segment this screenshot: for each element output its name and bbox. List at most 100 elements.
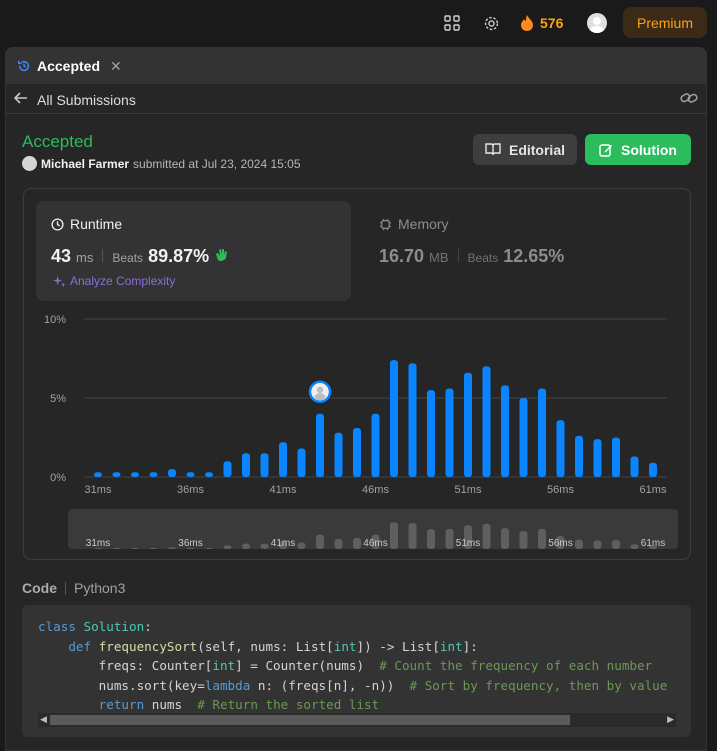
code-line-2: def frequencySort(self, nums: List[int])… bbox=[68, 638, 478, 654]
marker-avatar-head bbox=[316, 386, 324, 393]
clock-icon bbox=[51, 217, 64, 231]
chart-bar bbox=[482, 366, 491, 477]
mini-chart-bar bbox=[501, 528, 509, 549]
submitter-info: Michael Farmer submitted at Jul 23, 2024… bbox=[22, 156, 301, 171]
mini-x-tick-label: 31ms bbox=[86, 538, 110, 549]
mini-chart-bar bbox=[575, 539, 583, 549]
all-submissions-link[interactable]: All Submissions bbox=[37, 92, 136, 108]
code-viewer[interactable]: class Solution: def frequencySort(self, … bbox=[22, 605, 691, 737]
chart-bar bbox=[464, 372, 472, 477]
scroll-left-icon[interactable]: ◀ bbox=[40, 714, 47, 725]
streak-counter[interactable]: 576 bbox=[520, 12, 563, 34]
runtime-values: 43 ms Beats 89.87% bbox=[51, 246, 230, 267]
chart-bar bbox=[297, 448, 306, 477]
premium-button[interactable]: Premium bbox=[623, 7, 707, 38]
runtime-card[interactable]: Runtime 43 ms Beats 89.87% Analyze Compl… bbox=[36, 201, 351, 301]
code-block: class Solution: def frequencySort(self, … bbox=[38, 617, 667, 715]
scroll-right-icon[interactable]: ▶ bbox=[667, 714, 674, 725]
runtime-title-text: Runtime bbox=[70, 216, 123, 232]
divider bbox=[65, 581, 66, 595]
language-label: Python3 bbox=[74, 580, 126, 596]
arrow-left-icon[interactable] bbox=[13, 91, 28, 110]
mini-x-tick-label: 56ms bbox=[548, 538, 572, 549]
mini-chart-bar bbox=[630, 544, 639, 549]
mini-chart-bar bbox=[612, 540, 620, 549]
y-tick-label: 5% bbox=[50, 393, 66, 405]
mini-chart-bar bbox=[168, 547, 176, 549]
gear-icon[interactable] bbox=[480, 12, 502, 34]
mini-chart-bar bbox=[408, 523, 417, 549]
chart-svg[interactable]: 0% 5% 10% 31ms 36ms 41ms 46ms 51ms 56ms 61ms 31ms 3… bbox=[24, 309, 692, 559]
chart-bar bbox=[538, 388, 546, 477]
chart-bar bbox=[390, 360, 398, 477]
user-avatar[interactable] bbox=[587, 13, 607, 33]
x-tick-label: 46ms bbox=[362, 484, 389, 496]
mini-chart-bar bbox=[223, 545, 232, 549]
solution-label: Solution bbox=[621, 141, 677, 158]
mini-x-tick-label: 41ms bbox=[271, 538, 295, 549]
runtime-title: Runtime bbox=[51, 216, 122, 232]
chart-bar bbox=[242, 453, 250, 477]
mini-x-tick-label: 46ms bbox=[363, 538, 387, 549]
x-tick-label: 56ms bbox=[547, 484, 574, 496]
submitter-name[interactable]: Michael Farmer bbox=[41, 157, 129, 171]
fire-icon bbox=[521, 15, 533, 31]
chart-bar bbox=[94, 472, 102, 477]
divider bbox=[457, 249, 459, 262]
runtime-value: 43 bbox=[51, 246, 72, 266]
x-tick-label: 41ms bbox=[270, 484, 297, 496]
divider bbox=[102, 249, 104, 262]
mini-x-tick-label: 36ms bbox=[178, 538, 202, 549]
analyze-complexity-link[interactable]: Analyze Complexity bbox=[53, 274, 175, 288]
chip-icon bbox=[379, 218, 392, 230]
chart-bar bbox=[630, 456, 639, 477]
editorial-button[interactable]: Editorial bbox=[473, 134, 577, 165]
chart-bar bbox=[168, 469, 176, 477]
mini-chart-bar bbox=[427, 529, 435, 549]
mini-chart-bar bbox=[131, 547, 139, 549]
close-icon[interactable]: ✕ bbox=[110, 58, 122, 75]
scrollbar-thumb[interactable] bbox=[50, 715, 570, 725]
tab-accepted[interactable]: Accepted ✕ bbox=[6, 58, 122, 75]
mini-chart-bar bbox=[353, 537, 361, 549]
memory-value: 16.70 bbox=[379, 246, 425, 266]
chart-bar bbox=[519, 398, 528, 477]
memory-unit: MB bbox=[429, 250, 449, 265]
memory-card[interactable]: Memory 16.70 MB Beats 12.65% bbox=[364, 201, 664, 301]
solution-button[interactable]: Solution bbox=[585, 134, 691, 165]
runtime-distribution-chart[interactable]: 0% 5% 10% 31ms 36ms 41ms 46ms 51ms 56ms 61ms 31ms 3… bbox=[24, 309, 692, 559]
avatar bbox=[22, 156, 37, 171]
memory-title: Memory bbox=[379, 216, 449, 232]
chart-bar bbox=[131, 472, 139, 477]
submissions-bar: All Submissions bbox=[6, 84, 706, 114]
horizontal-scrollbar[interactable]: ◀ ▶ bbox=[38, 713, 676, 727]
top-navbar: 576 Premium bbox=[0, 0, 717, 46]
code-line-1: class Solution: bbox=[38, 619, 152, 634]
submission-panel: Accepted ✕ All Submissions Accepted Mich… bbox=[5, 47, 707, 751]
mini-chart-bar bbox=[205, 547, 213, 549]
edit-icon bbox=[599, 143, 612, 157]
mini-x-tick-label: 61ms bbox=[641, 538, 665, 549]
editorial-label: Editorial bbox=[508, 141, 565, 158]
tab-label: Accepted bbox=[37, 58, 101, 74]
link-icon[interactable] bbox=[680, 91, 698, 110]
chart-bar bbox=[575, 435, 583, 477]
mini-chart-bar bbox=[482, 523, 491, 549]
runtime-beats-label: Beats bbox=[112, 251, 144, 265]
layout-grid-icon[interactable] bbox=[441, 12, 463, 34]
chart-bar bbox=[149, 472, 158, 477]
chart-bar bbox=[223, 461, 232, 477]
mini-chart-bar bbox=[519, 531, 528, 549]
y-tick-label: 10% bbox=[44, 314, 66, 326]
marker-avatar-body bbox=[314, 393, 326, 401]
memory-beats-label: Beats bbox=[467, 251, 499, 265]
mini-chart-bar bbox=[445, 528, 454, 549]
code-line-4: nums.sort(key=lambda n: (freqs[n], -n)) … bbox=[38, 677, 668, 693]
chart-bar bbox=[205, 472, 213, 477]
chart-bar bbox=[371, 413, 380, 477]
chart-bar bbox=[556, 420, 565, 477]
memory-title-text: Memory bbox=[398, 216, 449, 232]
chart-bar bbox=[649, 462, 657, 477]
streak-count: 576 bbox=[540, 15, 564, 31]
chart-bar bbox=[408, 363, 417, 477]
